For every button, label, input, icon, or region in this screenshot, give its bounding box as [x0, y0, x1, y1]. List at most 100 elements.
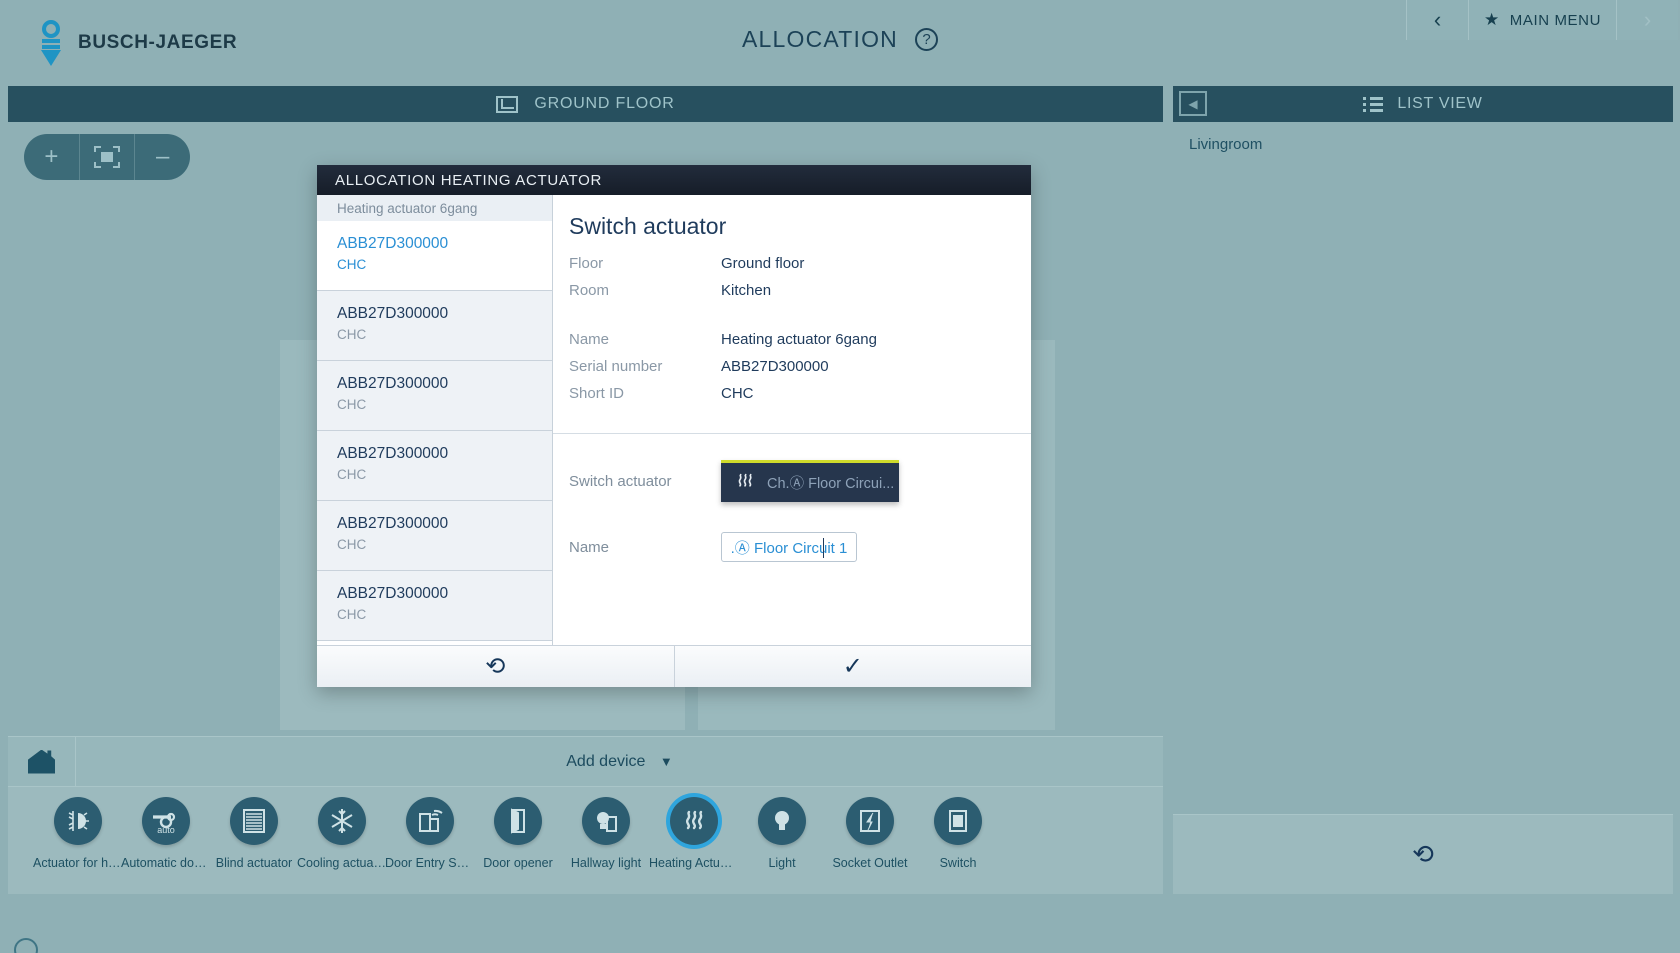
- list-view-icon: [1363, 96, 1384, 112]
- device-label: Blind actuator: [215, 856, 293, 870]
- fit-to-screen-icon[interactable]: [78, 134, 135, 180]
- detail-key: Serial number: [569, 358, 663, 375]
- detail-value: Heating actuator 6gang: [721, 331, 877, 348]
- list-view-panel: ◀ LIST VIEW Livingroom ⟲: [1173, 86, 1673, 894]
- dialog-footer: ⟲ ✓: [317, 645, 1031, 687]
- text-caret: [823, 538, 824, 558]
- zoom-in-button[interactable]: +: [24, 134, 79, 180]
- device-item-actuator-for-heating[interactable]: Actuator for heatin...: [33, 787, 123, 870]
- device-label: Light: [768, 856, 796, 870]
- device-item-heating-actuator[interactable]: Heating Actuator: [649, 787, 739, 870]
- row-short-id: CHC: [337, 327, 367, 342]
- table-row[interactable]: ABB27D300000 CHC: [317, 291, 552, 361]
- row-serial: ABB27D300000: [337, 305, 449, 322]
- back-arrow-icon[interactable]: ⟲: [1412, 839, 1434, 870]
- device-item-socket-outlet[interactable]: Socket Outlet: [826, 787, 914, 870]
- device-item-cooling-actuator[interactable]: Cooling actuator: [297, 787, 387, 870]
- top-nav-buttons: ‹ ★ MAIN MENU ›: [1406, 0, 1678, 40]
- device-label: Cooling actuator: [297, 856, 387, 870]
- row-short-id: CHC: [337, 467, 367, 482]
- detail-key: Floor: [569, 255, 604, 272]
- detail-key: Short ID: [569, 385, 625, 402]
- chevron-down-icon: ▼: [659, 753, 673, 769]
- row-serial: ABB27D300000: [337, 445, 449, 462]
- table-row[interactable]: ABB27D300000 CHC: [317, 221, 552, 291]
- table-row[interactable]: ABB27D300000 CHC: [317, 361, 552, 431]
- main-menu-button[interactable]: ★ MAIN MENU: [1468, 0, 1616, 40]
- device-label: Heating Actuator: [649, 856, 739, 870]
- device-item-switch[interactable]: Switch: [914, 787, 1002, 870]
- detail-value: Ground floor: [721, 255, 805, 272]
- device-label: Switch: [939, 856, 977, 870]
- device-instance-list[interactable]: Heating actuator 6gang ABB27D300000 CHC …: [317, 195, 553, 645]
- zoom-controls: + –: [24, 134, 190, 180]
- star-icon: ★: [1483, 10, 1500, 29]
- device-label: Socket Outlet: [832, 856, 908, 870]
- snowflake-icon: [318, 797, 366, 845]
- checkmark-icon: ✓: [842, 653, 863, 680]
- device-detail-panel: Switch actuator Floor Ground floor Room …: [553, 195, 1031, 645]
- heating-actuator-icon: [670, 797, 718, 845]
- device-label: Automatic door op...: [121, 856, 211, 870]
- floorplan-image-icon: [496, 95, 519, 113]
- list-header-label: Heating actuator 6gang: [317, 195, 552, 221]
- detail-row-short-id: Short ID CHC: [553, 380, 1031, 407]
- device-label: Actuator for heatin...: [33, 856, 123, 870]
- heating-cooling-actuator-icon: [54, 797, 102, 845]
- back-button[interactable]: ⟲: [317, 646, 674, 687]
- name-input[interactable]: .Ⓐ Floor Circuit 1: [721, 532, 857, 562]
- switch-icon: [934, 797, 982, 845]
- device-item-hallway-light[interactable]: Hallway light: [562, 787, 650, 870]
- row-serial: ABB27D300000: [337, 375, 449, 392]
- detail-key: Name: [569, 331, 610, 348]
- list-view-label: LIST VIEW: [1397, 95, 1483, 112]
- name-field-label: Name: [569, 538, 610, 556]
- switch-actuator-label: Switch actuator: [569, 472, 672, 490]
- add-device-label: Add device: [566, 752, 646, 770]
- floor-header[interactable]: GROUND FLOOR: [8, 86, 1163, 122]
- detail-row-room: Room Kitchen: [553, 277, 1031, 304]
- list-view-body[interactable]: Livingroom: [1173, 122, 1673, 814]
- device-item-door-entry-system[interactable]: Door Entry Syste...: [385, 787, 475, 870]
- device-item-light[interactable]: Light: [738, 787, 826, 870]
- table-row[interactable]: ABB27D300000 CHC: [317, 501, 552, 571]
- row-short-id: CHC: [337, 607, 367, 622]
- device-item-blind-actuator[interactable]: Blind actuator: [210, 787, 298, 870]
- dialog-title: ALLOCATION HEATING ACTUATOR: [317, 165, 1031, 195]
- back-arrow-icon: ⟲: [485, 653, 506, 680]
- device-item-door-opener[interactable]: Door opener: [474, 787, 562, 870]
- row-serial: ABB27D300000: [337, 235, 449, 252]
- prev-button[interactable]: ‹: [1406, 0, 1468, 40]
- question-mark-icon[interactable]: ?: [915, 28, 938, 51]
- next-button[interactable]: ›: [1616, 0, 1678, 40]
- socket-outlet-icon: [846, 797, 894, 845]
- table-row[interactable]: ABB27D300000 CHC: [317, 431, 552, 501]
- name-input-value: .Ⓐ Floor Circuit 1: [730, 539, 848, 557]
- home-button[interactable]: [8, 736, 76, 787]
- device-item-automatic-door-opener[interactable]: auto Automatic door op...: [121, 787, 211, 870]
- device-label: Door Entry Syste...: [385, 856, 475, 870]
- detail-heading: Switch actuator: [569, 213, 727, 239]
- table-row[interactable]: ABB27D300000 CHC: [317, 571, 552, 641]
- device-palette[interactable]: Actuator for heatin... auto Automatic do…: [8, 786, 1163, 894]
- detail-value: Kitchen: [721, 282, 772, 299]
- detail-row-serial-number: Serial number ABB27D300000: [553, 353, 1031, 380]
- add-device-button[interactable]: Add device ▼: [76, 753, 1163, 771]
- allocation-dialog: ALLOCATION HEATING ACTUATOR Heating actu…: [317, 165, 1031, 687]
- list-view-title-group: LIST VIEW: [1173, 95, 1673, 113]
- list-item[interactable]: Livingroom: [1189, 136, 1673, 153]
- channel-chip[interactable]: Ch.Ⓐ Floor Circui...: [721, 460, 899, 502]
- row-short-id: CHC: [337, 397, 367, 412]
- status-indicator-icon: [14, 938, 38, 953]
- door-opener-icon: [494, 797, 542, 845]
- zoom-out-button[interactable]: –: [134, 134, 190, 180]
- detail-key: Room: [569, 282, 610, 299]
- auto-door-opener-icon: auto: [142, 797, 190, 845]
- detail-row-floor: Floor Ground floor: [553, 250, 1031, 277]
- row-short-id: CHC: [337, 537, 367, 552]
- collapse-panel-icon[interactable]: ◀: [1179, 91, 1207, 116]
- detail-row-name: Name Heating actuator 6gang: [553, 326, 1031, 353]
- page-title: ALLOCATION: [742, 26, 898, 52]
- confirm-button[interactable]: ✓: [673, 646, 1031, 687]
- list-view-header: ◀ LIST VIEW: [1173, 86, 1673, 122]
